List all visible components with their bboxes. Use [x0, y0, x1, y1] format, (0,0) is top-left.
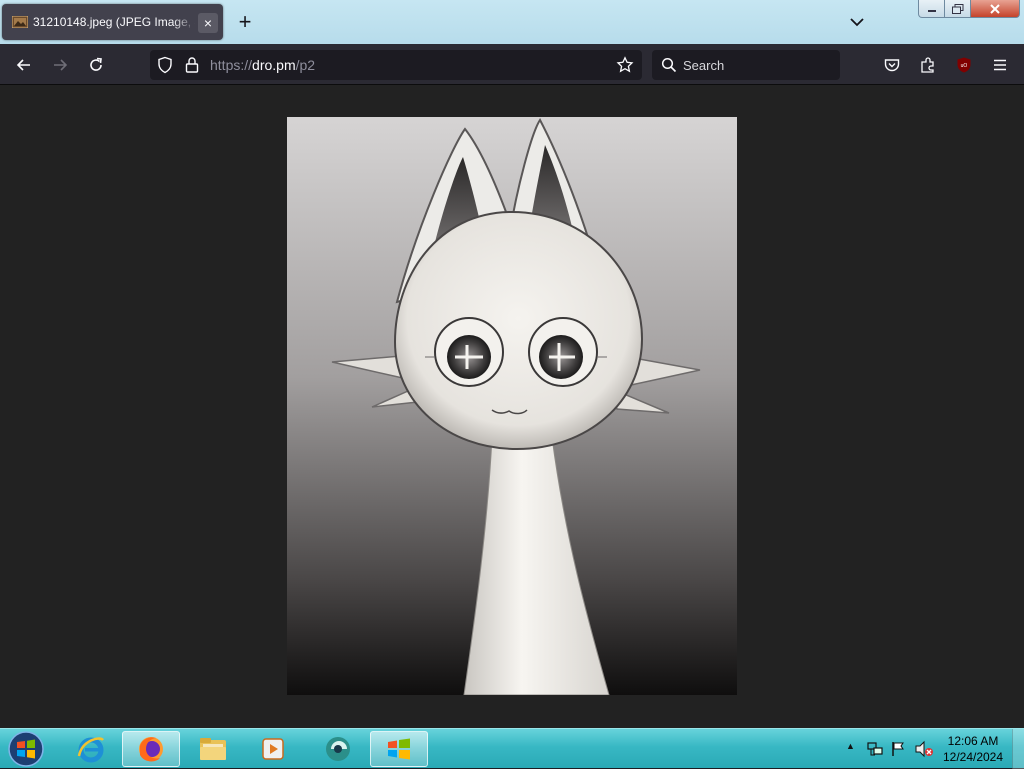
page-content	[0, 85, 1024, 728]
url-bar[interactable]: https://dro.pm/p2	[150, 50, 642, 80]
displayed-image[interactable]	[287, 117, 737, 695]
browser-titlebar: 31210148.jpeg (JPEG Image, 450 × 578 pix…	[0, 0, 1024, 44]
tab-title: 31210148.jpeg (JPEG Image, 450 × 578 pix…	[33, 15, 195, 29]
extensions-icon	[921, 57, 934, 73]
lock-icon[interactable]	[184, 56, 200, 74]
reload-icon	[90, 57, 102, 71]
forward-button[interactable]	[47, 52, 73, 78]
shield-icon[interactable]	[156, 56, 174, 74]
clock-date: 12/24/2024	[942, 750, 1004, 764]
minimize-button[interactable]	[918, 0, 945, 18]
image-file-icon	[12, 16, 28, 28]
taskbar-firefox[interactable]	[122, 731, 180, 767]
firefox-icon	[139, 737, 163, 762]
url-host: dro.pm	[252, 57, 296, 73]
taskbar-internet-explorer[interactable]	[62, 731, 120, 767]
taskbar-file-explorer[interactable]	[184, 731, 242, 767]
url-scheme: https://	[210, 57, 253, 73]
url-text: https://dro.pm/p2	[210, 57, 315, 73]
show-desktop-button[interactable]	[1012, 729, 1024, 769]
app-logo-icon	[326, 737, 350, 761]
new-tab-button[interactable]: +	[234, 11, 256, 33]
svg-text:uO: uO	[961, 63, 968, 69]
ublock-origin-icon: uO	[957, 57, 971, 73]
tab-image[interactable]: 31210148.jpeg (JPEG Image, 450 × 578 pix…	[2, 4, 223, 40]
tab-title-fade	[172, 12, 196, 32]
media-player-icon	[262, 738, 284, 760]
window-controls	[918, 0, 1020, 18]
volume-muted-icon[interactable]	[914, 740, 934, 758]
extensions-button[interactable]	[915, 52, 941, 78]
navigation-toolbar: https://dro.pm/p2 Search uO	[0, 44, 1024, 85]
folder-icon	[200, 738, 226, 760]
back-arrow-icon	[16, 59, 30, 71]
taskbar-media-player[interactable]	[244, 731, 302, 767]
star-icon[interactable]	[616, 56, 634, 74]
windows-flag-icon	[388, 738, 410, 760]
restore-icon	[951, 3, 963, 14]
ublock-origin-button[interactable]: uO	[951, 52, 977, 78]
search-placeholder: Search	[683, 58, 725, 73]
pocket-icon	[884, 59, 900, 72]
url-path: /p2	[295, 57, 316, 73]
windows-start-orb-icon	[8, 731, 44, 767]
windows-taskbar: ▲ 12:06 AM 12/24/2024	[0, 728, 1024, 769]
list-all-tabs-button[interactable]	[846, 11, 868, 33]
forward-arrow-icon	[54, 59, 68, 71]
cat-creature-illustration	[287, 117, 737, 695]
search-bar[interactable]: Search	[652, 50, 840, 80]
hamburger-menu-icon	[994, 59, 1006, 71]
start-button[interactable]	[6, 730, 46, 768]
taskbar-windows-app[interactable]	[370, 731, 428, 767]
taskbar-clock[interactable]: 12:06 AM 12/24/2024	[932, 733, 1014, 765]
back-button[interactable]	[11, 52, 37, 78]
pocket-button[interactable]	[879, 52, 905, 78]
minimize-icon	[927, 9, 936, 12]
network-icon[interactable]	[866, 741, 884, 757]
app-menu-button[interactable]	[987, 52, 1013, 78]
tab-close-button[interactable]: ×	[198, 13, 218, 33]
close-window-button[interactable]	[971, 0, 1020, 18]
clock-time: 12:06 AM	[947, 734, 999, 748]
search-icon	[661, 57, 677, 73]
restore-button[interactable]	[945, 0, 971, 18]
chevron-down-icon	[850, 18, 864, 27]
close-icon	[990, 3, 1000, 14]
internet-explorer-icon	[77, 737, 104, 763]
show-hidden-icons-button[interactable]: ▲	[846, 741, 855, 751]
taskbar-app[interactable]	[310, 731, 368, 767]
action-center-flag-icon[interactable]	[890, 740, 906, 758]
reload-button[interactable]	[83, 52, 109, 78]
